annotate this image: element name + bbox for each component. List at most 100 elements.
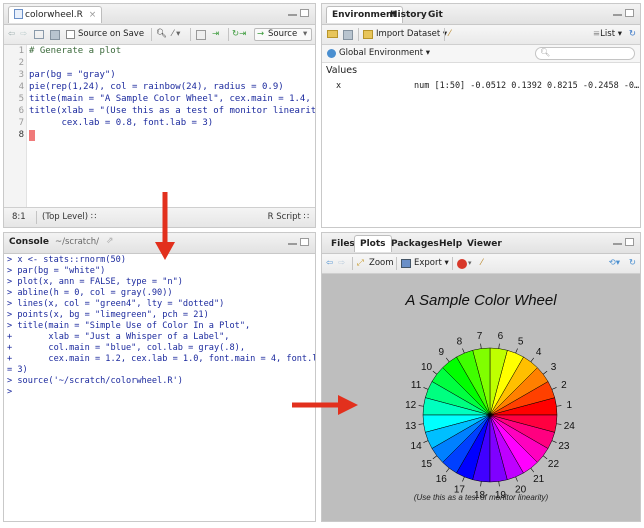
import-dataset-icon[interactable] bbox=[363, 30, 373, 39]
code-line: title(xlab = "(Use this as a test of mon… bbox=[29, 106, 316, 116]
source-on-save-label: Source on Save bbox=[78, 29, 145, 39]
code-line: pie(rep(1,24), col = rainbow(24), radius… bbox=[29, 82, 284, 92]
values-header: Values bbox=[326, 65, 358, 76]
console-prompt[interactable]: > bbox=[7, 387, 17, 397]
text-cursor bbox=[29, 130, 35, 141]
back-arrow-icon[interactable]: ⇦ bbox=[8, 28, 15, 41]
code-line: par(bg = "gray") bbox=[29, 70, 116, 80]
environment-tabbar: Environment History Git bbox=[322, 4, 640, 25]
run-line-icon[interactable]: ⇥ bbox=[212, 28, 219, 41]
source-toolbar: ⇦ ⇨ Source on Save 🔍︎ ⁄ ▾ ⇥ ↻⇥ → Source … bbox=[4, 25, 315, 45]
code-line: cex.lab = 0.8, font.lab = 3) bbox=[29, 118, 214, 128]
search-icon: 🔍︎ bbox=[540, 48, 551, 57]
environment-toolbar: Import Dataset ▾ ⁄ ≡ List ▾ ↻ bbox=[322, 25, 640, 45]
previous-plot-icon[interactable]: ⇦ bbox=[326, 257, 333, 270]
code-tools-icon[interactable]: ⁄ ▾ bbox=[172, 28, 180, 41]
maximize-icon[interactable] bbox=[300, 238, 309, 246]
global-environment-selector[interactable]: Global Environment ▾ bbox=[339, 47, 430, 60]
slice-tick bbox=[418, 405, 424, 407]
export-button[interactable]: Export ▾ bbox=[414, 257, 449, 270]
slice-tick bbox=[480, 481, 482, 487]
zoom-button[interactable]: Zoom bbox=[369, 257, 394, 270]
maximize-icon[interactable] bbox=[300, 9, 309, 17]
show-in-window-icon[interactable] bbox=[34, 30, 44, 39]
compile-report-icon[interactable] bbox=[196, 30, 206, 40]
open-folder-icon[interactable] bbox=[327, 30, 338, 38]
line-number: 8 bbox=[18, 130, 24, 140]
slice-label: 16 bbox=[436, 474, 448, 485]
filetype-selector[interactable]: R Script ∷ bbox=[268, 212, 309, 222]
slice-tick bbox=[556, 405, 562, 407]
environment-pane: Environment History Git Import Dataset ▾… bbox=[321, 3, 641, 228]
code-editor[interactable]: 1 2 3 4 5 6 7 8 # Generate a plot par(bg… bbox=[4, 45, 315, 207]
rerun-icon[interactable]: ↻⇥ bbox=[232, 28, 246, 41]
slice-tick bbox=[530, 357, 535, 363]
clear-broom-icon[interactable]: ⁄ bbox=[449, 28, 450, 41]
slice-label: 11 bbox=[411, 380, 422, 391]
source-dropdown-icon: ▾ bbox=[303, 29, 308, 39]
slice-label: 5 bbox=[518, 337, 524, 348]
line-number: 1 bbox=[18, 46, 24, 56]
slice-tick bbox=[423, 440, 429, 443]
remove-plot-icon[interactable] bbox=[457, 259, 467, 269]
console-title: Console bbox=[9, 237, 49, 247]
slice-label: 24 bbox=[564, 421, 576, 432]
console-output[interactable]: > x <- stats::rnorm(50) > par(bg = "whit… bbox=[4, 254, 315, 521]
cursor-position: 8:1 bbox=[12, 212, 26, 222]
slice-tick bbox=[462, 476, 465, 482]
slice-tick bbox=[542, 370, 548, 375]
publish-icon[interactable]: ⟲▾ bbox=[609, 257, 620, 270]
minimize-icon[interactable] bbox=[613, 243, 622, 245]
import-dataset-button[interactable]: Import Dataset ▾ bbox=[376, 28, 447, 41]
tab-git[interactable]: Git bbox=[422, 6, 449, 23]
scope-selector[interactable]: (Top Level) ∷ bbox=[42, 212, 96, 222]
source-tabbar: colorwheel.R × bbox=[4, 4, 315, 25]
checkbox-icon[interactable] bbox=[66, 30, 75, 39]
maximize-icon[interactable] bbox=[625, 238, 634, 246]
slice-label: 12 bbox=[405, 400, 417, 411]
slice-label: 10 bbox=[421, 362, 433, 373]
slice-tick bbox=[542, 455, 548, 460]
save-icon[interactable] bbox=[50, 30, 60, 40]
slice-label: 9 bbox=[439, 347, 445, 358]
slice-label: 21 bbox=[533, 474, 545, 485]
slice-tick bbox=[515, 476, 518, 482]
line-number: 6 bbox=[18, 106, 24, 116]
line-number: 3 bbox=[18, 70, 24, 80]
refresh-icon[interactable]: ↻ bbox=[629, 28, 636, 41]
minimize-icon[interactable] bbox=[288, 14, 297, 16]
go-to-directory-icon[interactable]: ⇗ bbox=[106, 236, 114, 246]
clear-plots-broom-icon[interactable]: ⁄ bbox=[481, 257, 482, 270]
code-line: title(main = "A Sample Color Wheel", cex… bbox=[29, 94, 316, 104]
save-workspace-icon[interactable] bbox=[343, 30, 353, 40]
maximize-icon[interactable] bbox=[625, 9, 634, 17]
slice-tick bbox=[462, 348, 465, 354]
environment-subbar: Global Environment ▾ 🔍︎ bbox=[322, 45, 640, 63]
refresh-icon[interactable]: ↻ bbox=[629, 257, 636, 270]
r-file-icon bbox=[14, 9, 23, 19]
plots-pane: Files Plots Packages Help Viewer ⇦ ⇨ ⤢ Z… bbox=[321, 232, 641, 522]
console-line: > source('~/scratch/colorwheel.R') bbox=[7, 376, 183, 386]
slice-label: 14 bbox=[411, 441, 423, 452]
minimize-icon[interactable] bbox=[613, 14, 622, 16]
search-icon[interactable]: 🔍︎ bbox=[156, 28, 167, 41]
slice-tick bbox=[432, 455, 438, 460]
minimize-icon[interactable] bbox=[288, 243, 297, 245]
list-view-selector[interactable]: List ▾ bbox=[600, 28, 622, 41]
close-tab-icon[interactable]: × bbox=[89, 10, 97, 20]
slice-label: 2 bbox=[561, 380, 567, 391]
tab-colorwheel-r[interactable]: colorwheel.R × bbox=[8, 6, 103, 23]
variable-value: num [1:50] -0.0512 0.1392 0.8215 -0.2458… bbox=[414, 81, 640, 91]
console-line: + xlab = "Just a Whisper of a Label", bbox=[7, 332, 230, 342]
tab-viewer[interactable]: Viewer bbox=[461, 235, 508, 252]
source-button-label: Source bbox=[268, 29, 298, 39]
dropdown-icon: ▾ bbox=[468, 259, 472, 267]
slice-label: 13 bbox=[405, 421, 417, 432]
slice-tick bbox=[498, 343, 500, 349]
plot-xlabel: (Use this as a test of monitor linearity… bbox=[414, 493, 549, 502]
slice-tick bbox=[480, 343, 482, 349]
next-plot-icon[interactable]: ⇨ bbox=[338, 257, 345, 270]
variable-name: x bbox=[336, 81, 342, 91]
forward-arrow-icon[interactable]: ⇨ bbox=[20, 28, 27, 41]
variable-row[interactable]: x num [1:50] -0.0512 0.1392 0.8215 -0.24… bbox=[322, 80, 640, 94]
